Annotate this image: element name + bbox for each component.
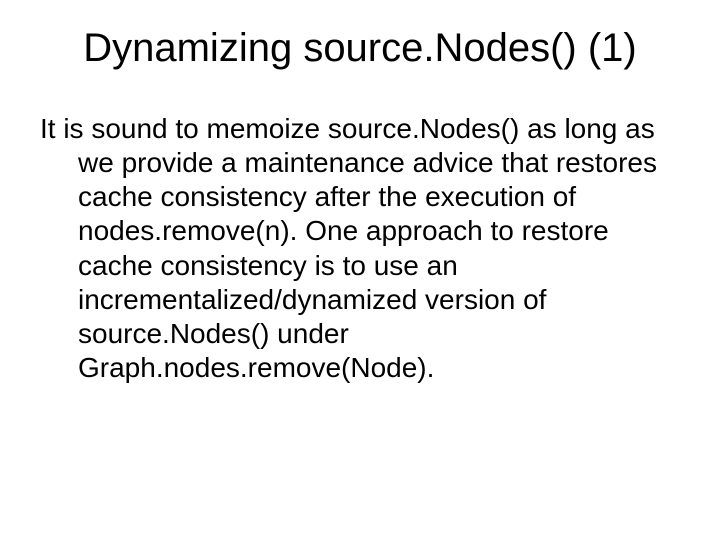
slide-body: It is sound to memoize source.Nodes() as… <box>36 112 684 385</box>
slide: Dynamizing source.Nodes() (1) It is soun… <box>0 0 720 540</box>
slide-body-text: It is sound to memoize source.Nodes() as… <box>40 112 684 385</box>
slide-title: Dynamizing source.Nodes() (1) <box>36 24 684 72</box>
